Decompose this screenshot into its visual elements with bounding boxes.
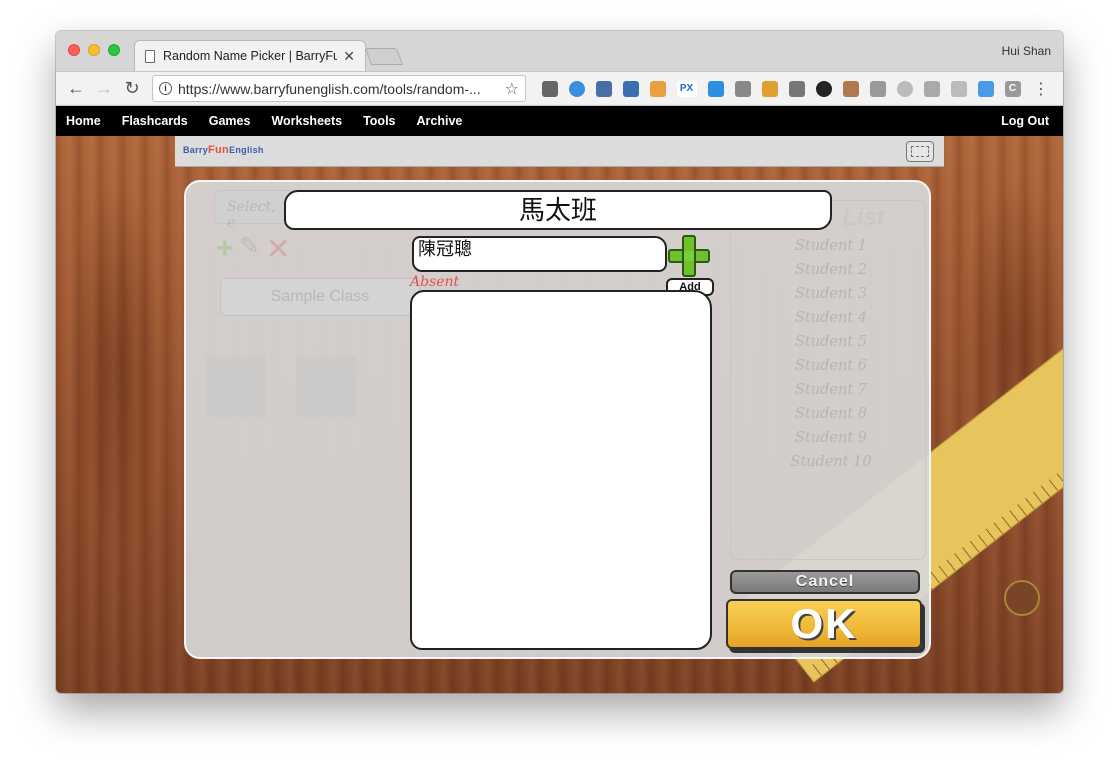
pencil-icon: ✎ <box>239 233 260 260</box>
student-item: Student 2 <box>795 262 867 278</box>
background-block <box>296 357 356 417</box>
app-header: BarryFunEnglish <box>175 136 944 167</box>
student-item: Student 1 <box>795 238 867 254</box>
extension-arrow-circle-icon[interactable] <box>815 80 832 97</box>
extension-window-icon[interactable] <box>649 80 666 97</box>
forward-icon[interactable]: → <box>90 78 118 99</box>
tab-bar: Random Name Picker | BarryFu ✕ Hui Shan <box>56 31 1063 71</box>
class-title-input[interactable]: 馬太班 <box>284 190 832 230</box>
extension-c-icon[interactable]: C <box>1004 80 1021 97</box>
extension-arrow-down-icon[interactable] <box>977 80 994 97</box>
reload-icon[interactable]: ↻ <box>118 78 146 99</box>
maximize-window-button[interactable] <box>108 44 120 56</box>
profile-name[interactable]: Hui Shan <box>1002 44 1051 58</box>
student-item: Student 5 <box>795 334 867 350</box>
tab-title: Random Name Picker | BarryFu <box>163 49 338 63</box>
browser-window: Random Name Picker | BarryFu ✕ Hui Shan … <box>56 31 1063 693</box>
browser-tab[interactable]: Random Name Picker | BarryFu ✕ <box>134 40 366 71</box>
url-text[interactable]: https://www.barryfunenglish.com/tools/ra… <box>178 81 505 97</box>
logout-link[interactable]: Log Out <box>1001 114 1049 128</box>
nav-tools[interactable]: Tools <box>363 114 395 128</box>
add-student-plus-icon[interactable] <box>668 235 710 277</box>
edit-class-dialog: Select, e + ✎ ✕ Sample Class List Studen… <box>184 180 931 659</box>
class-select-background: Select, e <box>214 190 294 231</box>
logo-barry: Barry <box>183 145 209 155</box>
extension-bug-icon[interactable] <box>541 80 558 97</box>
browser-menu-icon[interactable]: ⋮ <box>1033 79 1049 99</box>
student-item: Student 4 <box>795 310 867 326</box>
minimize-window-button[interactable] <box>88 44 100 56</box>
ruler-hole-decoration <box>1004 580 1040 616</box>
cancel-button[interactable]: Cancel <box>730 570 920 594</box>
class-name-background: Sample Class <box>220 278 420 316</box>
background-block <box>206 357 266 417</box>
nav-worksheets[interactable]: Worksheets <box>271 114 342 128</box>
extension-tool-icon[interactable] <box>761 80 778 97</box>
absent-label: Absent <box>410 274 460 290</box>
extension-grid-icon[interactable] <box>923 80 940 97</box>
student-item: Student 3 <box>795 286 867 302</box>
nav-flashcards[interactable]: Flashcards <box>122 114 188 128</box>
extension-rss-icon[interactable] <box>950 80 967 97</box>
document-icon <box>145 49 155 63</box>
back-icon[interactable]: ← <box>62 78 90 99</box>
student-item: Student 7 <box>795 382 867 398</box>
extension-toolbar: PX C <box>536 80 1026 97</box>
student-item: Student 10 <box>790 454 872 470</box>
extension-bag-icon[interactable] <box>842 80 859 97</box>
new-tab-button[interactable] <box>364 48 404 65</box>
extension-save-icon[interactable] <box>896 80 913 97</box>
list-title: List <box>842 204 885 231</box>
browser-toolbar: ← → ↻ i https://www.barryfunenglish.com/… <box>56 71 1063 106</box>
student-item: Student 8 <box>795 406 867 422</box>
logo-english: English <box>229 145 264 155</box>
site-nav: Home Flashcards Games Worksheets Tools A… <box>56 106 1063 136</box>
extension-eyedropper-icon[interactable] <box>595 80 612 97</box>
fullscreen-icon[interactable] <box>906 141 934 162</box>
extension-car-icon[interactable] <box>788 80 805 97</box>
web-page: Home Flashcards Games Worksheets Tools A… <box>56 106 1063 693</box>
close-window-button[interactable] <box>68 44 80 56</box>
student-item: Student 6 <box>795 358 867 374</box>
x-icon: ✕ <box>265 233 291 266</box>
extension-compass-icon[interactable] <box>568 80 585 97</box>
student-list: Student 1 Student 2 Student 3 Student 4 … <box>776 234 886 474</box>
extension-download-icon[interactable] <box>707 80 724 97</box>
extension-download-tray-icon[interactable] <box>622 80 639 97</box>
student-item: Student 9 <box>795 430 867 446</box>
nav-games[interactable]: Games <box>209 114 251 128</box>
plus-icon: + <box>216 232 234 265</box>
address-bar[interactable]: i https://www.barryfunenglish.com/tools/… <box>152 75 526 102</box>
ok-button[interactable]: OK <box>726 599 922 649</box>
bookmark-star-icon[interactable]: ☆ <box>505 79 519 99</box>
extension-px-icon[interactable]: PX <box>676 80 697 97</box>
nav-home[interactable]: Home <box>66 114 101 128</box>
class-tools-background: + ✎ ✕ <box>216 232 297 267</box>
absent-list-box[interactable] <box>410 290 712 650</box>
extension-monitor-icon[interactable] <box>869 80 886 97</box>
site-logo[interactable]: BarryFunEnglish <box>183 144 264 156</box>
logo-fun: Fun <box>208 144 230 156</box>
info-icon[interactable]: i <box>159 82 172 95</box>
nav-archive[interactable]: Archive <box>417 114 463 128</box>
extension-recycle-icon[interactable] <box>734 80 751 97</box>
close-tab-icon[interactable]: ✕ <box>343 48 355 65</box>
student-name-input[interactable]: 陳冠聰 <box>412 236 667 272</box>
